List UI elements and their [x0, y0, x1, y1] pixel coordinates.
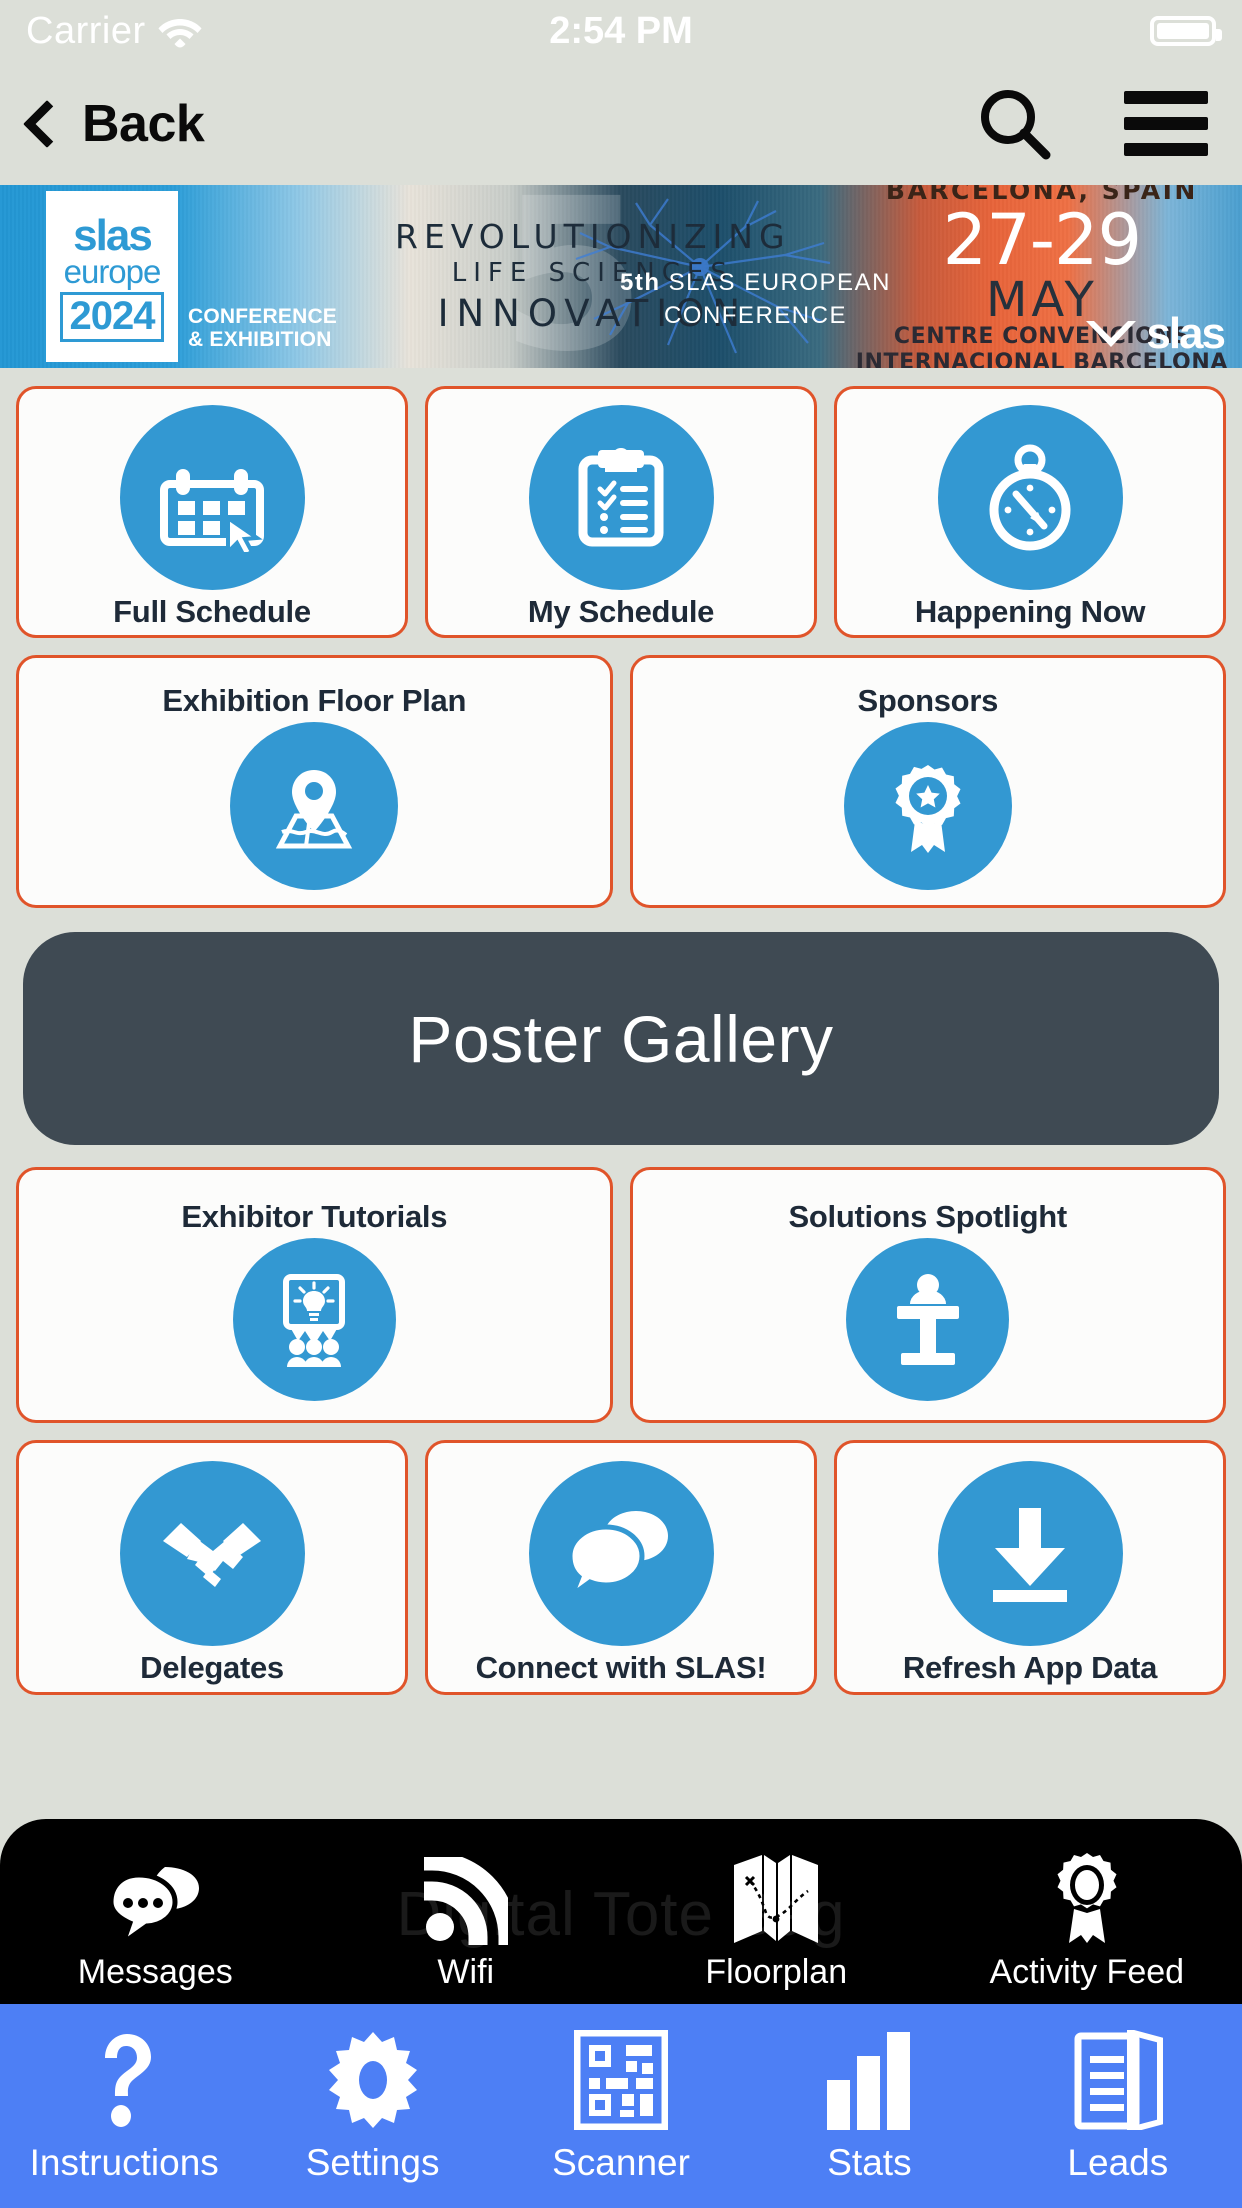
tile-label: Happening Now: [914, 594, 1146, 630]
toolbar-item-floorplan[interactable]: Floorplan: [621, 1849, 932, 2004]
tile-label: Delegates: [140, 1649, 284, 1685]
digital-tote-bag-toolbar: Digital Tote Bag Messages Wifi Floorplan…: [0, 1819, 1242, 2004]
tile-label: My Schedule: [527, 594, 715, 630]
tile-label: Connect with SLAS!: [475, 1649, 767, 1685]
download-arrow-icon: [937, 1460, 1123, 1646]
grid-row-4: Exhibitor Tutorials Solutions Spotlight: [16, 1167, 1226, 1423]
tile-label: Solutions Spotlight: [788, 1199, 1068, 1235]
chat-bubbles-icon: [109, 1849, 201, 1945]
tile-label: Exhibition Floor Plan: [162, 683, 467, 719]
bottom-toolbar: Instructions Settings Scanner Stats Lead…: [0, 2004, 1242, 2208]
conference-name-2: CONFERENCE: [663, 301, 847, 329]
carrier-label: Carrier: [26, 10, 146, 52]
toolbar-item-activity-feed[interactable]: Activity Feed: [932, 1849, 1242, 2004]
clipboard-checklist-icon: [528, 405, 714, 591]
toolbar-item-messages[interactable]: Messages: [0, 1849, 311, 2004]
speaker-podium-icon: [846, 1237, 1010, 1401]
toolbar-item-label: Instructions: [29, 2142, 219, 2183]
toolbar-item-label: Wifi: [437, 1953, 495, 1991]
banner-month: MAY: [985, 271, 1098, 328]
wifi-signal-icon: [423, 1849, 508, 1945]
tile-full-schedule[interactable]: Full Schedule: [16, 386, 408, 638]
search-icon[interactable]: [976, 85, 1054, 163]
poster-gallery-button[interactable]: Poster Gallery: [23, 932, 1219, 1145]
bar-chart-icon: [823, 2028, 915, 2132]
nav-bar-actions: [976, 85, 1208, 163]
tile-connect-with-slas[interactable]: Connect with SLAS!: [425, 1440, 817, 1695]
grid-row-1: Full Schedule My Schedule Happening Now: [16, 386, 1226, 638]
tile-happening-now[interactable]: Happening Now: [834, 386, 1226, 638]
tile-exhibitor-tutorials[interactable]: Exhibitor Tutorials: [16, 1167, 613, 1423]
handshake-icon: [119, 1460, 305, 1646]
hamburger-menu-icon[interactable]: [1124, 91, 1208, 156]
toolbar-item-label: Messages: [77, 1953, 233, 1991]
tile-label: Exhibitor Tutorials: [181, 1199, 448, 1235]
tile-refresh-app-data[interactable]: Refresh App Data: [834, 1440, 1226, 1695]
toolbar-item-leads[interactable]: Leads: [994, 2028, 1242, 2184]
logo-brand-text: slas: [73, 211, 153, 261]
back-button[interactable]: Back: [22, 94, 205, 154]
award-ribbon-icon: [843, 721, 1012, 890]
toolbar-item-label: Settings: [305, 2142, 440, 2183]
conf-line-1: CONFERENCE: [188, 304, 338, 328]
tile-label: Full Schedule: [113, 594, 311, 630]
map-pin-icon: [230, 721, 399, 890]
banner-conference-title: 5th SLAS EUROPEAN CONFERENCE: [620, 267, 891, 332]
calendar-cursor-icon: [119, 405, 305, 591]
status-bar-left: Carrier: [26, 12, 202, 50]
ribbon-award-icon: [1046, 1849, 1128, 1945]
grid-row-2: Exhibition Floor Plan Sponsors: [16, 655, 1226, 908]
presentation-lightbulb-audience-icon: [232, 1237, 396, 1401]
toolbar-item-label: Floorplan: [705, 1953, 848, 1991]
toolbar-item-label: Scanner: [552, 2142, 690, 2183]
conference-prefix: 5th: [620, 269, 661, 297]
wifi-icon: [158, 19, 202, 48]
stopwatch-compass-icon: [937, 405, 1123, 591]
back-button-label: Back: [82, 94, 205, 153]
tile-label: Refresh App Data: [902, 1649, 1158, 1685]
documents-icon: [1072, 2028, 1164, 2132]
banner-dates: 27-29: [942, 199, 1142, 282]
logo-region-text: europe: [63, 252, 162, 290]
speech-bubbles-icon: [528, 1460, 714, 1646]
nav-bar: Back: [0, 62, 1242, 185]
question-mark-icon: [95, 2028, 153, 2132]
tagline-line-1: REVOLUTIONIZING: [395, 216, 791, 256]
main-grid: Full Schedule My Schedule Happening Now …: [0, 368, 1242, 1695]
slas-brand-mark: slas: [1084, 309, 1226, 358]
slas-chevron-icon: [1086, 321, 1137, 347]
toolbar-item-wifi[interactable]: Wifi: [311, 1849, 622, 2004]
toolbar-item-settings[interactable]: Settings: [248, 2028, 496, 2184]
tile-exhibition-floor-plan[interactable]: Exhibition Floor Plan: [16, 655, 613, 908]
event-banner[interactable]: 5 slas europe 2024 CONFERENCE & EXHIBITI…: [0, 185, 1242, 368]
logo-year-text: 2024: [59, 291, 165, 342]
grid-row-5: Delegates Connect with SLAS! Refresh App…: [16, 1440, 1226, 1695]
toolbar-item-scanner[interactable]: Scanner: [497, 2028, 745, 2184]
gear-icon: [327, 2028, 419, 2132]
conf-line-2: & EXHIBITION: [188, 328, 332, 352]
banner-conference-exhibition: CONFERENCE & EXHIBITION: [188, 305, 337, 352]
folded-map-icon: [732, 1849, 820, 1945]
poster-gallery-label: Poster Gallery: [408, 1001, 834, 1076]
toolbar-item-instructions[interactable]: Instructions: [0, 2028, 248, 2184]
tile-delegates[interactable]: Delegates: [16, 1440, 408, 1695]
status-bar-right: [1150, 16, 1222, 46]
toolbar-item-label: Activity Feed: [989, 1953, 1185, 1991]
qr-code-icon: [574, 2028, 669, 2132]
slas-europe-logo: slas europe 2024: [46, 191, 178, 362]
tile-solutions-spotlight[interactable]: Solutions Spotlight: [629, 1167, 1226, 1423]
conference-name: SLAS EUROPEAN: [668, 269, 891, 297]
status-bar: Carrier 2:54 PM: [0, 0, 1242, 62]
tile-my-schedule[interactable]: My Schedule: [425, 386, 817, 638]
slas-wordmark: slas: [1146, 309, 1226, 358]
toolbar-item-stats[interactable]: Stats: [745, 2028, 993, 2184]
chevron-left-icon: [22, 99, 72, 148]
toolbar-item-label: Leads: [1067, 2142, 1169, 2183]
tile-sponsors[interactable]: Sponsors: [629, 655, 1226, 908]
toolbar-item-label: Stats: [827, 2142, 912, 2183]
tile-label: Sponsors: [857, 683, 999, 719]
battery-full-icon: [1150, 16, 1222, 46]
